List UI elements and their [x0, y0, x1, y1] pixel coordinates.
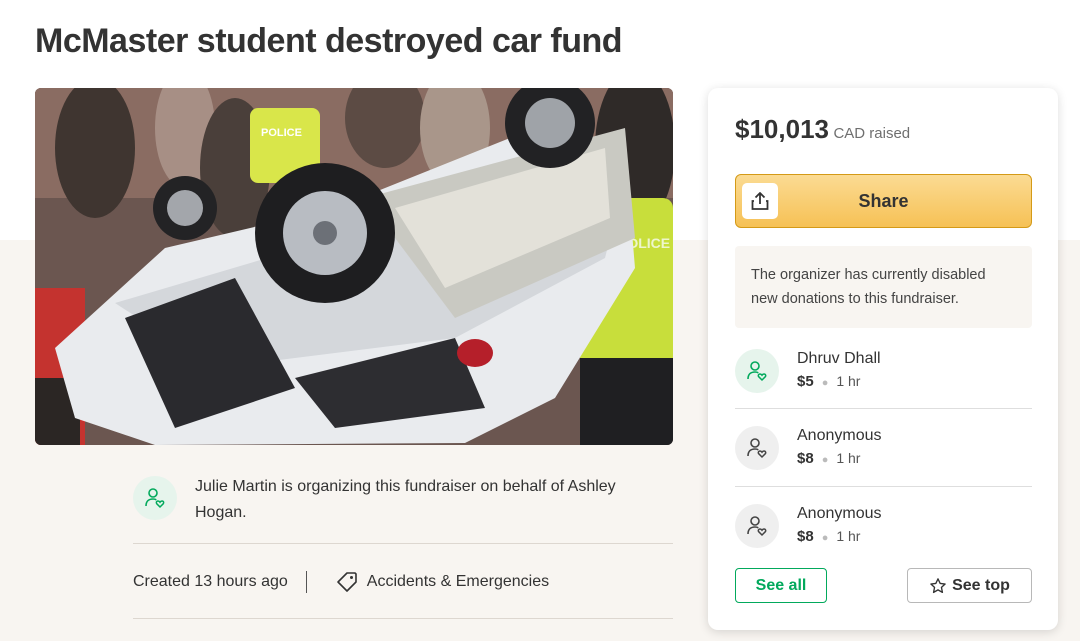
separator-dot: ●: [821, 376, 829, 389]
amount-raised: $10,013 CAD raised: [735, 114, 910, 145]
donor-time: 1 hr: [836, 527, 861, 544]
share-upload-icon: [751, 192, 769, 210]
share-button[interactable]: Share: [735, 174, 1032, 228]
donor-item: Anonymous $8 ● 1 hr: [735, 487, 1032, 564]
meta-divider: [133, 618, 673, 619]
donor-item: Dhruv Dhall $5 ● 1 hr: [735, 332, 1032, 409]
created-date: Created 13 hours ago: [133, 573, 288, 590]
user-heart-icon: [747, 360, 767, 381]
share-label: Share: [858, 190, 909, 211]
fundraiser-hero-image: POLICE POLICE: [35, 88, 673, 445]
share-icon-box: [742, 183, 778, 219]
donor-item: Anonymous $8 ● 1 hr: [735, 409, 1032, 486]
donor-avatar: [735, 503, 779, 548]
user-heart-icon: [145, 488, 165, 509]
page-title: McMaster student destroyed car fund: [35, 22, 623, 60]
fundraiser-meta: Created 13 hours ago Accidents & Emergen…: [133, 566, 549, 598]
separator-dot: ●: [821, 453, 829, 466]
donor-time: 1 hr: [836, 449, 861, 466]
user-heart-icon: [747, 437, 767, 458]
donor-amount: $8: [797, 449, 814, 467]
category-link[interactable]: Accidents & Emergencies: [335, 570, 549, 594]
separator-dot: ●: [821, 531, 829, 544]
donor-amount: $5: [797, 372, 814, 390]
donor-name: Anonymous: [797, 426, 882, 444]
raised-amount: $10,013: [735, 114, 829, 144]
meta-separator: [305, 571, 307, 593]
category-label: Accidents & Emergencies: [366, 573, 550, 590]
user-heart-icon: [747, 515, 767, 536]
donor-amount: $8: [797, 527, 814, 545]
organizer-avatar: [133, 476, 177, 520]
see-all-button[interactable]: See all: [735, 568, 827, 603]
see-top-label: See top: [952, 576, 1010, 594]
star-icon: [930, 577, 946, 593]
overturned-car-photo: POLICE POLICE: [35, 88, 673, 445]
tag-icon: [336, 572, 357, 592]
donation-card: $10,013 CAD raised Share The organizer h…: [708, 88, 1058, 630]
donor-avatar: [735, 425, 779, 470]
donor-time: 1 hr: [836, 372, 861, 389]
police-vest-label: POLICE: [261, 127, 302, 139]
organizer-info: Julie Martin is organizing this fundrais…: [133, 476, 673, 536]
organizer-divider: [133, 543, 673, 544]
raised-label: CAD raised: [833, 125, 911, 142]
donor-name: Anonymous: [797, 504, 882, 522]
donor-avatar: [735, 348, 779, 393]
see-top-button[interactable]: See top: [907, 568, 1032, 603]
organizer-description: Julie Martin is organizing this fundrais…: [195, 478, 616, 521]
donor-name: Dhruv Dhall: [797, 349, 881, 367]
donations-disabled-notice: The organizer has currently disabled new…: [735, 246, 1032, 328]
